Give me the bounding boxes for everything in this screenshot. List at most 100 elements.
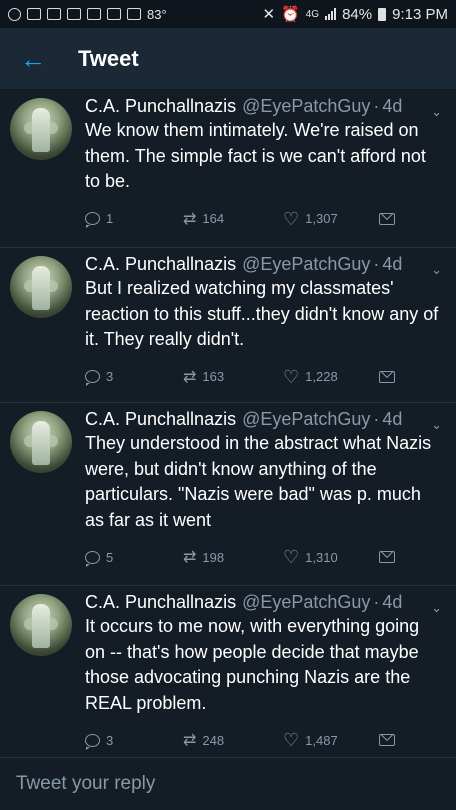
- retweet-count: 164: [202, 211, 225, 226]
- retweet-icon: ⇄: [183, 732, 197, 749]
- tweet-thread: ⌄ C.A. Punchallnazis @EyePatchGuy · 4d W…: [0, 90, 456, 757]
- messenger-icon: [8, 7, 21, 21]
- author-name[interactable]: C.A. Punchallnazis: [85, 96, 236, 117]
- chevron-down-icon[interactable]: ⌄: [431, 600, 442, 616]
- author-handle[interactable]: @EyePatchGuy: [242, 409, 370, 430]
- retweet-count: 198: [202, 549, 225, 565]
- tweet[interactable]: ⌄ C.A. Punchallnazis @EyePatchGuy · 4d W…: [0, 90, 456, 248]
- tweet-text: But I realized watching my classmates' r…: [85, 278, 439, 349]
- tweet[interactable]: ⌄ C.A. Punchallnazis @EyePatchGuy · 4d I…: [0, 586, 456, 757]
- alarm-icon: ⏰: [281, 6, 300, 23]
- reply-icon: [85, 370, 100, 386]
- envelope-icon: [379, 734, 395, 746]
- avatar[interactable]: [10, 256, 72, 318]
- chevron-down-icon[interactable]: ⌄: [431, 262, 442, 278]
- reply-icon: [85, 733, 100, 750]
- like-button[interactable]: ♡ 1,307: [283, 210, 373, 228]
- direct-message-button[interactable]: [379, 734, 395, 746]
- retweet-icon: ⇄: [183, 549, 197, 566]
- retweet-button[interactable]: ⇄ 248: [183, 730, 283, 750]
- retweet-button[interactable]: ⇄ 198: [183, 547, 283, 567]
- tweet-time: 4d: [382, 254, 403, 274]
- tweet-text: They understood in the abstract what Naz…: [85, 433, 432, 530]
- battery-icon: [378, 7, 387, 21]
- avatar[interactable]: [10, 411, 72, 473]
- direct-message-button[interactable]: [379, 212, 395, 225]
- retweet-button[interactable]: ⇄ 163: [183, 367, 283, 387]
- envelope-icon: [379, 212, 395, 225]
- voicemail-icon: [107, 8, 121, 20]
- tweet-actions: 3 ⇄ 163 ♡ 1,228: [85, 353, 444, 401]
- page-title: Tweet: [78, 45, 139, 71]
- author-name[interactable]: C.A. Punchallnazis: [85, 409, 236, 430]
- signal-icon: [325, 8, 337, 20]
- author-handle[interactable]: @EyePatchGuy: [242, 254, 370, 275]
- clock: 9:13 PM: [392, 5, 448, 23]
- tweet-text: It occurs to me now, with everything goi…: [85, 616, 420, 713]
- reply-count: 3: [106, 732, 114, 748]
- separator-dot: ·: [373, 592, 380, 612]
- reply-icon: [85, 212, 100, 228]
- retweet-count: 163: [202, 369, 225, 384]
- network-type: 4G: [305, 8, 320, 20]
- tweet-time: 4d: [382, 96, 403, 116]
- author-name[interactable]: C.A. Punchallnazis: [85, 254, 236, 275]
- temperature: 83°: [147, 6, 167, 22]
- status-bar: 83° ✕ ⏰ 4G 84% 9:13 PM: [0, 0, 456, 28]
- tweet-time: 4d: [382, 409, 403, 429]
- tweet-actions: 5 ⇄ 198 ♡ 1,310: [85, 533, 444, 581]
- facebook-icon: [27, 8, 41, 20]
- author-name[interactable]: C.A. Punchallnazis: [85, 592, 236, 613]
- separator-dot: ·: [373, 254, 380, 274]
- heart-icon: ♡: [283, 730, 300, 750]
- tweet-time: 4d: [382, 592, 403, 612]
- author-handle[interactable]: @EyePatchGuy: [242, 592, 370, 613]
- envelope-icon: [379, 551, 395, 563]
- tweet[interactable]: ⌄ C.A. Punchallnazis @EyePatchGuy · 4d B…: [0, 248, 456, 403]
- heart-icon: ♡: [283, 547, 300, 567]
- gallery-icon: [127, 8, 141, 20]
- reply-count: 5: [106, 549, 114, 565]
- avatar[interactable]: [10, 98, 72, 160]
- facebook-icon: [47, 8, 61, 20]
- chevron-down-icon[interactable]: ⌄: [431, 417, 442, 433]
- chevron-down-icon[interactable]: ⌄: [431, 104, 442, 120]
- tweet-actions: 1 ⇄ 164 ♡ 1,307: [85, 195, 444, 243]
- like-count: 1,487: [305, 732, 338, 748]
- separator-dot: ·: [373, 409, 380, 429]
- tweet[interactable]: ⌄ C.A. Punchallnazis @EyePatchGuy · 4d T…: [0, 403, 456, 586]
- like-button[interactable]: ♡ 1,228: [283, 368, 373, 386]
- reply-count: 3: [106, 369, 114, 384]
- direct-message-button[interactable]: [379, 370, 395, 383]
- mail-icon: [87, 8, 101, 20]
- like-count: 1,307: [305, 211, 338, 226]
- retweet-count: 248: [202, 732, 225, 748]
- notification-icon: [67, 8, 81, 20]
- reply-button[interactable]: 5: [85, 549, 165, 567]
- avatar[interactable]: [10, 594, 72, 656]
- retweet-button[interactable]: ⇄ 164: [183, 209, 283, 229]
- reply-button[interactable]: 3: [85, 369, 165, 386]
- mute-icon: ✕: [262, 6, 276, 23]
- like-button[interactable]: ♡ 1,487: [283, 731, 373, 749]
- author-handle[interactable]: @EyePatchGuy: [242, 96, 370, 117]
- back-arrow-icon[interactable]: ←: [20, 46, 50, 72]
- like-count: 1,310: [305, 549, 338, 565]
- heart-icon: ♡: [283, 366, 300, 387]
- envelope-icon: [379, 370, 395, 383]
- retweet-icon: ⇄: [183, 368, 197, 386]
- direct-message-button[interactable]: [379, 551, 395, 563]
- app-bar: ← Tweet: [0, 28, 456, 90]
- reply-button[interactable]: 3: [85, 732, 165, 750]
- like-button[interactable]: ♡ 1,310: [283, 548, 373, 566]
- separator-dot: ·: [373, 96, 380, 116]
- reply-composer: [0, 757, 456, 810]
- reply-count: 1: [106, 211, 114, 226]
- heart-icon: ♡: [283, 208, 300, 229]
- battery-percent: 84%: [342, 5, 373, 23]
- reply-icon: [85, 550, 100, 567]
- reply-button[interactable]: 1: [85, 211, 165, 228]
- tweet-text: We know them intimately. We're raised on…: [85, 120, 426, 191]
- retweet-icon: ⇄: [183, 210, 197, 228]
- reply-input[interactable]: [14, 772, 438, 796]
